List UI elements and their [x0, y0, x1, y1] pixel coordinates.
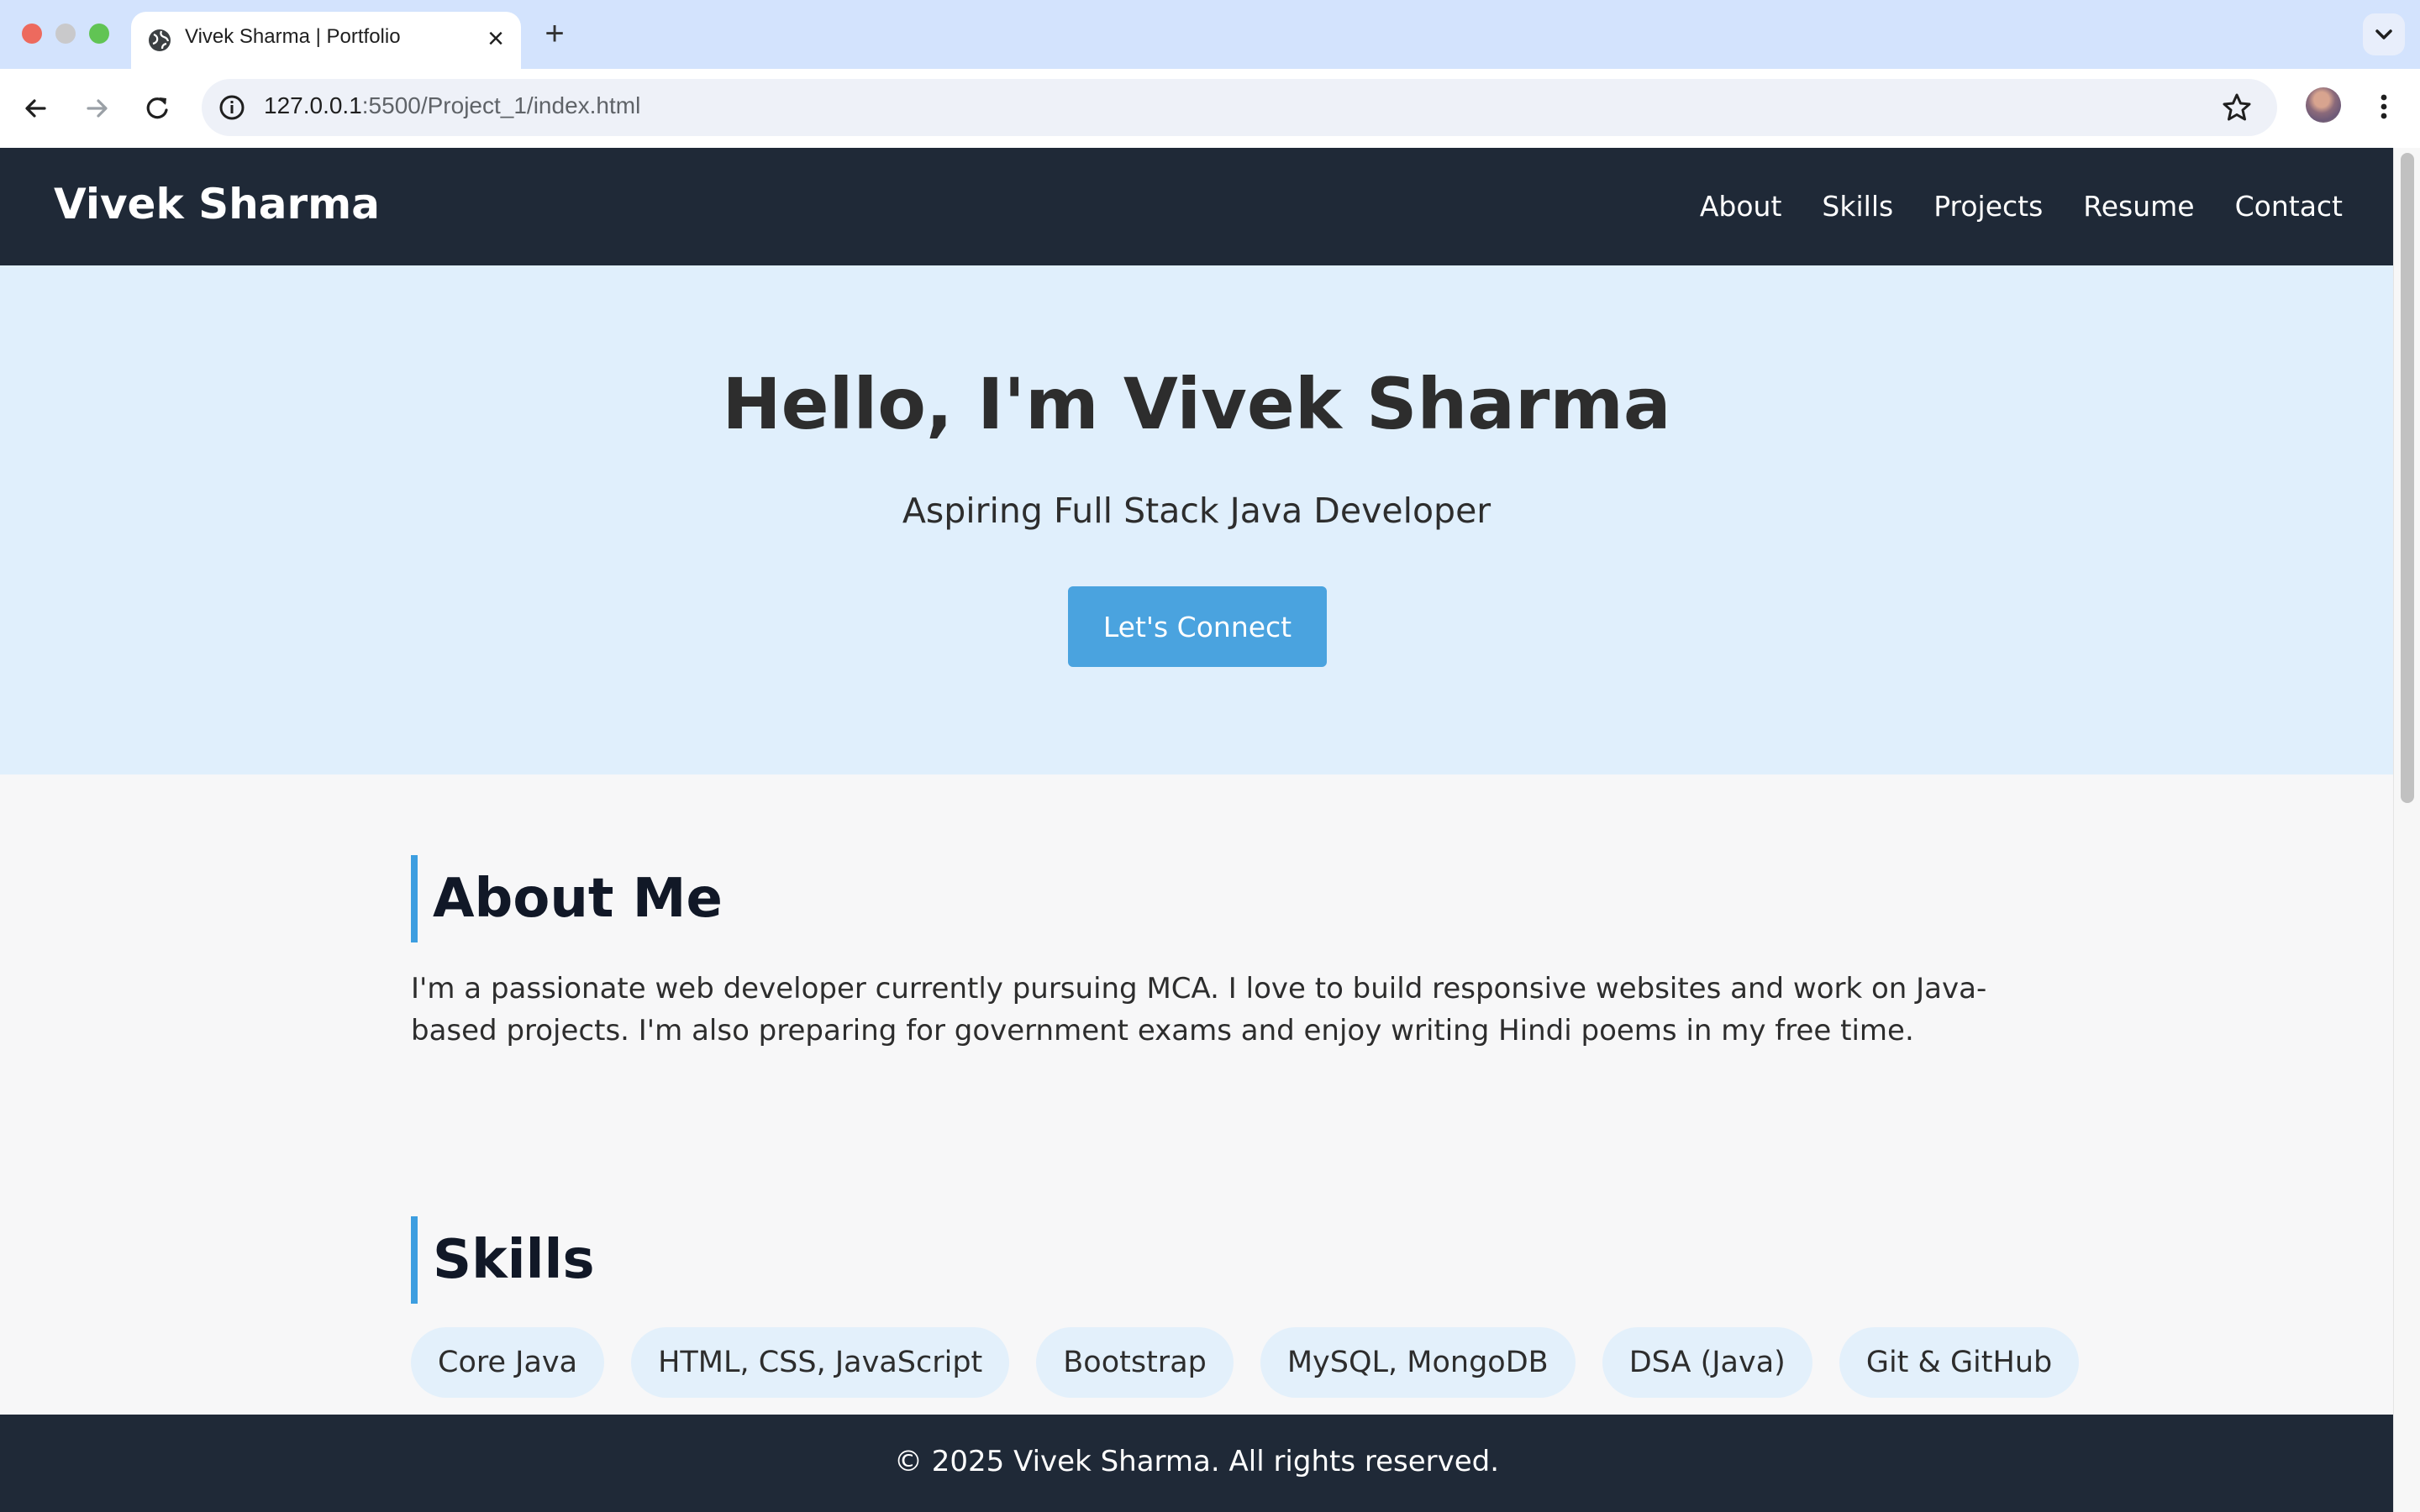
lets-connect-button[interactable]: Let's Connect [1068, 586, 1327, 667]
site-info-icon[interactable] [215, 91, 249, 124]
tab-search-button[interactable] [2363, 13, 2405, 55]
nav-link-skills[interactable]: Skills [1822, 190, 1893, 223]
about-text: I'm a passionate web developer currently… [411, 972, 1987, 1047]
page-viewport: Vivek Sharma About Skills Projects Resum… [0, 148, 2393, 1512]
url-path: :5500/Project_1/index.html [361, 92, 641, 118]
site-brand[interactable]: Vivek Sharma [54, 180, 380, 228]
browser-menu-button[interactable] [2365, 87, 2403, 126]
profile-avatar[interactable] [2306, 87, 2341, 123]
new-tab-button[interactable]: + [538, 17, 571, 50]
skill-pill: Git & GitHub [1839, 1327, 2080, 1398]
skill-pill: HTML, CSS, JavaScript [631, 1327, 1010, 1398]
forward-button[interactable] [77, 89, 116, 128]
skill-pill: MySQL, MongoDB [1260, 1327, 1576, 1398]
tab-close-icon[interactable]: × [481, 24, 511, 54]
chevron-down-icon [2375, 29, 2392, 39]
tab-title: Vivek Sharma | Portfolio [185, 25, 401, 48]
nav-link-about[interactable]: About [1700, 190, 1782, 223]
bookmark-star-icon[interactable] [2218, 89, 2255, 126]
site-footer: © 2025 Vivek Sharma. All rights reserved… [0, 1415, 2393, 1512]
nav-link-contact[interactable]: Contact [2235, 190, 2343, 223]
scrollbar-thumb[interactable] [2401, 153, 2414, 803]
url-host: 127.0.0.1 [264, 92, 362, 118]
skills-heading: Skills [411, 1216, 595, 1304]
nav-link-projects[interactable]: Projects [1933, 190, 2043, 223]
browser-toolbar: 127.0.0.1:5500/Project_1/index.html [0, 69, 2420, 149]
globe-icon [146, 27, 173, 54]
skill-pill: Core Java [411, 1327, 605, 1398]
skill-pill: DSA (Java) [1602, 1327, 1812, 1398]
hero-subtitle: Aspiring Full Stack Java Developer [902, 491, 1491, 531]
site-nav-links: About Skills Projects Resume Contact [1700, 190, 2343, 223]
back-button[interactable] [17, 89, 55, 128]
maximize-window-button[interactable] [89, 24, 109, 44]
hero-section: Hello, I'm Vivek Sharma Aspiring Full St… [0, 265, 2393, 774]
arrow-right-icon [87, 99, 108, 118]
more-vertical-icon [2381, 94, 2387, 119]
about-heading: About Me [411, 855, 723, 942]
address-bar[interactable]: 127.0.0.1:5500/Project_1/index.html [202, 79, 2277, 136]
skill-pill: Bootstrap [1036, 1327, 1234, 1398]
arrow-left-icon [25, 99, 46, 118]
reload-button[interactable] [138, 89, 176, 128]
reload-icon [146, 97, 168, 119]
skills-list: Core Java HTML, CSS, JavaScript Bootstra… [411, 1327, 2080, 1398]
browser-tab[interactable]: Vivek Sharma | Portfolio × [131, 12, 521, 69]
footer-copyright: © 2025 Vivek Sharma. All rights reserved… [893, 1445, 1500, 1478]
close-window-button[interactable] [22, 24, 42, 44]
nav-link-resume[interactable]: Resume [2083, 190, 2194, 223]
minimize-window-button[interactable] [55, 24, 76, 44]
hero-title: Hello, I'm Vivek Sharma [722, 363, 1671, 445]
vertical-scrollbar[interactable] [2393, 148, 2420, 1512]
browser-tab-strip: Vivek Sharma | Portfolio × + [0, 0, 2420, 69]
site-header: Vivek Sharma About Skills Projects Resum… [0, 148, 2393, 265]
url-text[interactable]: 127.0.0.1:5500/Project_1/index.html [264, 92, 640, 119]
